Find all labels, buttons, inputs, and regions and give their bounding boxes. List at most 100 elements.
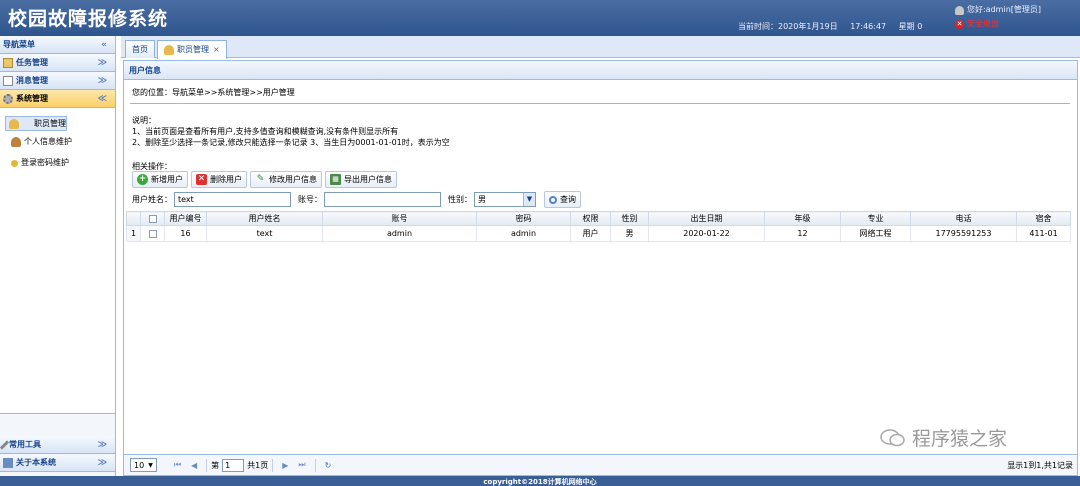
page-size-select[interactable]: 10 ▼ [130, 458, 157, 472]
table-cell: 男 [610, 225, 649, 242]
user-info-panel: 用户信息 您的位置：导航菜单>>系统管理>>用户管理 说明： 1、当前页面是查看… [123, 60, 1078, 476]
watermark: 程序猿之家 [880, 424, 1007, 451]
query-button[interactable]: 查询 [544, 191, 581, 208]
column-header[interactable]: 密码 [476, 211, 571, 226]
refresh-icon[interactable]: ↻ [325, 461, 332, 470]
close-icon[interactable]: × [213, 42, 220, 58]
chevron-down-icon: ≫ [97, 458, 107, 468]
sidebar-item-label: 登录密码维护 [21, 158, 69, 167]
sidebar-title-label: 导航菜单 [3, 39, 35, 49]
select-all-checkbox[interactable] [140, 211, 165, 226]
chevron-up-icon: ≪ [97, 94, 107, 104]
sidebar-section-task[interactable]: 任务管理 ≫ [0, 54, 115, 72]
page-number-input[interactable]: 1 [222, 458, 245, 472]
name-input[interactable] [174, 192, 291, 207]
button-label: 新增用户 [151, 175, 183, 184]
user-table: 用户编号 用户姓名 账号 密码 权限 性别 出生日期 年级 专业 电话 宿舍 1 [126, 211, 1071, 242]
delete-user-button[interactable]: ✕ 删除用户 [191, 171, 247, 188]
user-box: 您好:admin[管理员] ✕ 安全退出 [955, 3, 1041, 31]
table-cell: 17795591253 [910, 225, 1017, 242]
breadcrumb: 您的位置：导航菜单>>系统管理>>用户管理 [132, 88, 295, 97]
tab-bar: 首页 职员管理 × [121, 36, 1080, 59]
current-time: 17:46:47 [850, 22, 887, 31]
column-header[interactable]: 宿舍 [1016, 211, 1071, 226]
gender-select[interactable]: 男 ▼ [474, 192, 536, 207]
prev-page-icon[interactable]: ◀ [191, 461, 197, 470]
pencil-icon: ✎ [256, 174, 265, 184]
column-header[interactable]: 账号 [322, 211, 477, 226]
notes: 说明： 1、当前页面是查看所有用户,支持多值查询和模糊查询,没有条件则显示所有 … [132, 115, 450, 148]
search-icon [549, 195, 557, 204]
column-header[interactable]: 用户编号 [164, 211, 207, 226]
export-user-button[interactable]: ▦ 导出用户信息 [325, 171, 397, 188]
tab-label: 职员管理 [177, 45, 209, 54]
page-size-value: 10 [134, 460, 145, 470]
note-line: 2、删除至少选择一条记录,修改只能选择一条记录 3、当生日为0001-01-01… [132, 138, 450, 147]
sidebar-item-password[interactable]: 登录密码维护 [5, 153, 107, 173]
name-label: 用户姓名： [132, 195, 172, 204]
column-header[interactable]: 用户姓名 [206, 211, 323, 226]
button-label: 导出用户信息 [344, 175, 392, 184]
table-row[interactable]: 1 16 text admin admin 用户 男 2020-01-22 12… [126, 225, 1071, 242]
toolbar: + 新增用户 ✕ 删除用户 ✎ 修改用户信息 ▦ 导出用户信息 [132, 171, 397, 188]
spreadsheet-icon: ▦ [330, 174, 341, 185]
last-page-icon[interactable]: ⏭ [298, 460, 305, 470]
collapse-sidebar-icon[interactable]: « [101, 36, 107, 54]
edit-user-button[interactable]: ✎ 修改用户信息 [250, 171, 322, 188]
row-number: 1 [126, 225, 141, 242]
page-label: 第 [211, 460, 220, 470]
sidebar-section-message[interactable]: 消息管理 ≫ [0, 72, 115, 90]
pagination-bar: 10 ▼ ⏮ ◀ 第 1 共1页 ▶ ⏭ ↻ 显示1到1,共1记录 [124, 454, 1077, 475]
table-cell: 12 [764, 225, 841, 242]
divider [206, 458, 208, 472]
gender-value: 男 [478, 195, 486, 204]
tab-home[interactable]: 首页 [125, 40, 155, 58]
note-line: 1、当前页面是查看所有用户,支持多值查询和模糊查询,没有条件则显示所有 [132, 127, 399, 136]
account-label: 账号： [298, 195, 322, 204]
chevron-down-icon: ≫ [97, 58, 107, 68]
sidebar-item-label: 职员管理 [34, 118, 66, 128]
sidebar-item-staff[interactable]: 职员管理 [5, 116, 67, 131]
current-weekday: 星期 0 [898, 22, 923, 31]
row-checkbox[interactable] [140, 225, 165, 242]
table-cell: 2020-01-22 [648, 225, 765, 242]
add-icon: + [137, 174, 148, 185]
account-input[interactable] [324, 192, 441, 207]
user-greeting: 您好:admin[管理员] [967, 5, 1042, 14]
notes-title: 说明： [132, 116, 156, 125]
sidebar-section-tools[interactable]: 常用工具 ≫ [0, 436, 115, 454]
watermark-text: 程序猿之家 [912, 428, 1008, 450]
mail-icon [3, 75, 13, 86]
first-page-icon[interactable]: ⏮ [174, 460, 181, 470]
sidebar-section-label: 任务管理 [16, 57, 48, 67]
sidebar-section-system[interactable]: 系统管理 ≪ [0, 90, 115, 108]
sidebar: 导航菜单 « 任务管理 ≫ 消息管理 ≫ 系统管理 ≪ 职员管理 个人信息维护 登录密码… [0, 36, 116, 476]
gear-icon [3, 93, 13, 104]
column-header[interactable]: 年级 [764, 211, 841, 226]
column-header[interactable]: 出生日期 [648, 211, 765, 226]
sidebar-section-label: 关于本系统 [16, 457, 56, 467]
sidebar-item-profile[interactable]: 个人信息维护 [5, 132, 107, 152]
checkbox-icon [148, 229, 157, 238]
info-icon [3, 457, 13, 468]
add-user-button[interactable]: + 新增用户 [132, 171, 188, 188]
next-page-icon[interactable]: ▶ [282, 461, 288, 470]
sidebar-section-about[interactable]: 关于本系统 ≫ [0, 454, 115, 472]
column-header[interactable]: 电话 [910, 211, 1017, 226]
wechat-icon [880, 428, 905, 446]
chevron-down-icon: ≫ [97, 440, 107, 450]
table-cell: admin [322, 225, 477, 242]
column-header[interactable]: 权限 [570, 211, 611, 226]
users-icon [164, 45, 174, 55]
tab-staff-management[interactable]: 职员管理 × [157, 40, 227, 59]
column-header[interactable]: 专业 [840, 211, 911, 226]
table-cell: 411-01 [1016, 225, 1071, 242]
search-bar: 用户姓名： 账号： 性别： 男▼ 查询 [132, 191, 581, 208]
footer: copyright©2018计算机网络中心 [0, 476, 1080, 486]
delete-icon: ✕ [196, 174, 207, 185]
column-header[interactable]: 性别 [610, 211, 649, 226]
sidebar-section-label: 系统管理 [16, 93, 48, 103]
table-cell: text [206, 225, 323, 242]
users-icon [9, 118, 19, 129]
logout-link[interactable]: ✕ 安全退出 [955, 17, 1041, 31]
